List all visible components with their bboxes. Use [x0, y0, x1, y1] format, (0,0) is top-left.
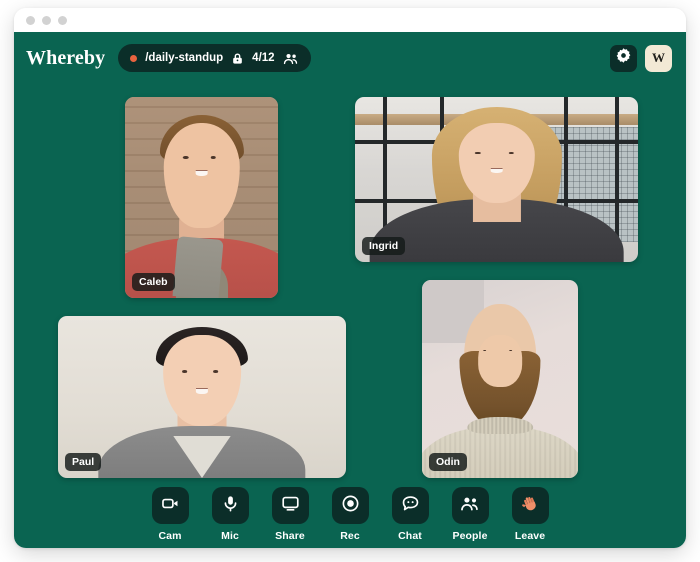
person-mouth — [490, 167, 503, 173]
screenshot-root: Whereby /daily-standup 4/12 W Caleb Ingr… — [0, 0, 700, 562]
people-icon — [283, 52, 299, 65]
person-eye-left — [183, 155, 189, 159]
room-info-pill[interactable]: /daily-standup 4/12 — [118, 44, 311, 72]
person-mouth — [195, 170, 208, 177]
participant-name-badge: Ingrid — [362, 237, 406, 255]
whereby-app: Whereby /daily-standup 4/12 W Caleb Ingr… — [14, 32, 686, 548]
person-face — [478, 335, 522, 387]
participant-name-badge: Odin — [429, 453, 467, 471]
toolbar-button-share[interactable]: Share — [268, 487, 312, 542]
person-eye-right — [508, 151, 515, 155]
person-eye-right — [210, 155, 217, 159]
participant-name-badge: Caleb — [132, 273, 175, 291]
people-icon — [460, 495, 480, 517]
participant-tile-caleb[interactable]: Caleb — [125, 97, 278, 298]
window-titlebar — [14, 8, 686, 32]
mic-label: Mic — [221, 530, 239, 542]
mic-button-surface[interactable] — [211, 487, 249, 524]
whereby-logo: Whereby — [26, 46, 106, 69]
cam-button-surface[interactable] — [151, 487, 189, 524]
screen-share-icon — [281, 494, 300, 518]
video-scene — [58, 316, 346, 478]
chat-button-surface[interactable] — [391, 487, 429, 524]
participant-tile-paul[interactable]: Paul — [58, 316, 346, 478]
participant-count-label: 4/12 — [252, 52, 275, 64]
video-grid: Caleb Ingrid Paul Odin — [14, 84, 686, 484]
people-button-surface[interactable] — [451, 487, 489, 524]
rec-label: Rec — [340, 530, 360, 542]
chat-bubble-icon — [401, 494, 420, 518]
person-eye-right — [509, 349, 513, 352]
toolbar-button-chat[interactable]: Chat — [388, 487, 432, 542]
live-status-dot — [130, 54, 138, 62]
settings-button[interactable] — [610, 44, 637, 72]
chat-label: Chat — [398, 530, 422, 542]
person-mouth — [195, 388, 209, 394]
participant-tile-ingrid[interactable]: Ingrid — [355, 97, 638, 262]
cam-label: Cam — [158, 530, 182, 542]
user-avatar[interactable]: W — [645, 44, 672, 72]
lock-icon — [231, 52, 244, 65]
video-feed — [422, 280, 578, 478]
room-name-label: /daily-standup — [145, 52, 224, 64]
video-scene — [422, 280, 578, 478]
app-window: Whereby /daily-standup 4/12 W Caleb Ingr… — [14, 8, 686, 548]
video-scene — [125, 97, 278, 298]
person-head — [163, 335, 241, 427]
participant-name-badge: Paul — [65, 453, 102, 471]
person-collar — [467, 416, 533, 435]
close-window-button[interactable] — [26, 15, 35, 25]
person-head — [163, 123, 240, 228]
toolbar-button-cam[interactable]: Cam — [148, 487, 192, 542]
participant-tile-odin[interactable]: Odin — [422, 280, 578, 478]
call-toolbar: Cam Mic Share Rec Chat People Leave — [14, 487, 686, 542]
video-feed — [58, 316, 346, 478]
record-dot-icon — [341, 494, 360, 518]
minimize-window-button[interactable] — [42, 15, 51, 25]
video-camera-icon — [161, 494, 180, 518]
leave-label: Leave — [514, 530, 546, 542]
microphone-icon — [221, 494, 240, 518]
avatar-initial: W — [652, 50, 665, 65]
gear-icon — [615, 47, 632, 69]
rec-button-surface[interactable] — [331, 487, 369, 524]
share-label: Share — [275, 530, 305, 542]
waving-hand-icon — [520, 493, 540, 518]
people-label: People — [452, 530, 488, 542]
share-button-surface[interactable] — [271, 487, 309, 524]
toolbar-button-people[interactable]: People — [448, 487, 492, 542]
toolbar-button-mic[interactable]: Mic — [208, 487, 252, 542]
person-eye-right — [212, 369, 219, 373]
maximize-window-button[interactable] — [58, 15, 67, 25]
video-feed — [125, 97, 278, 298]
app-header: Whereby /daily-standup 4/12 W — [14, 32, 686, 84]
person-placket — [172, 235, 224, 298]
toolbar-button-leave[interactable]: Leave — [508, 487, 552, 542]
toolbar-button-rec[interactable]: Rec — [328, 487, 372, 542]
person-eye-left — [483, 349, 487, 352]
person-eye-left — [181, 369, 188, 373]
person-eye-left — [475, 151, 481, 155]
leave-button-surface[interactable] — [511, 487, 549, 524]
